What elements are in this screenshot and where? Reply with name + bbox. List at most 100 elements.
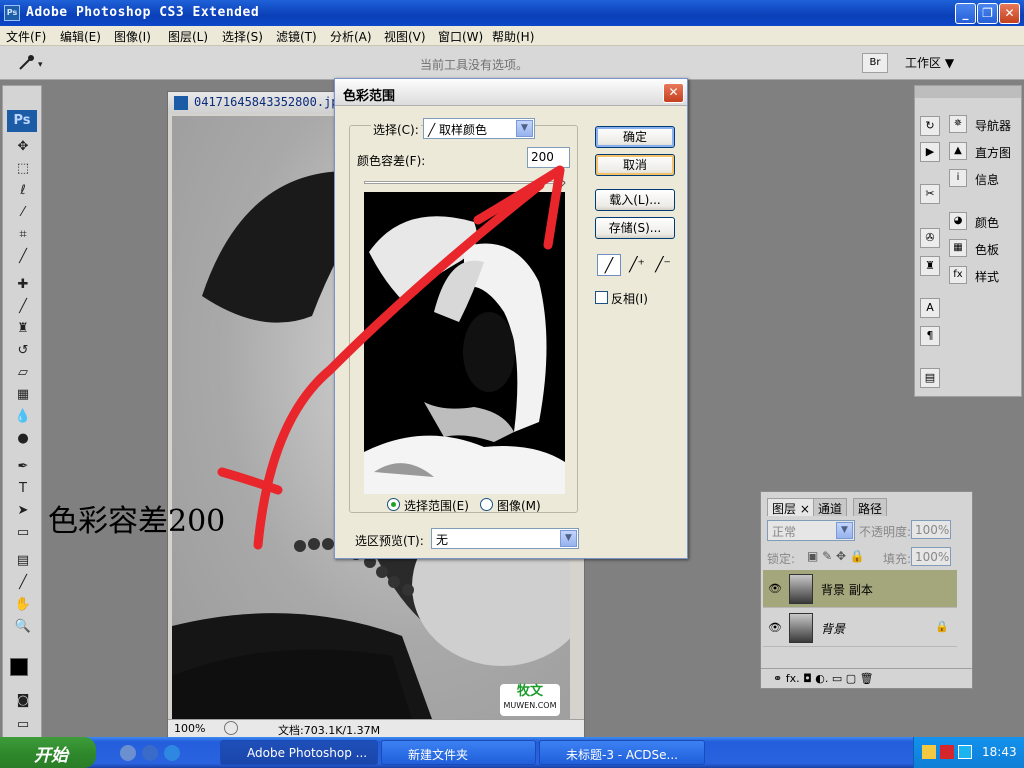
paragraph-panel-icon[interactable]: ¶ [920,326,940,346]
fuzziness-slider[interactable] [364,177,566,189]
hand-tool-icon[interactable]: ✋ [13,596,33,614]
color-range-dialog: 色彩范围 ✕ 选择(C): ╱ 取样颜色 ▼ 颜色容差(F): 200 选择范围… [334,78,688,559]
tab-channels[interactable]: 通道 [813,498,848,516]
color-panel[interactable]: ◕ 颜色 [949,211,1019,233]
menu-analysis[interactable]: 分析(A) [330,28,372,45]
clone-source-icon[interactable]: ♜ [920,256,940,276]
marquee-tool-icon[interactable]: ⬚ [13,160,33,178]
opacity-input[interactable]: 100% [911,520,951,539]
history-brush-tool-icon[interactable]: ↺ [13,342,33,360]
history-panel-icon[interactable]: ↻ [920,116,940,136]
status-menu-icon[interactable] [224,721,238,735]
eraser-tool-icon[interactable]: ▱ [13,364,33,382]
eye-icon[interactable]: 👁 [767,621,783,635]
color-icon: ◕ [949,212,967,230]
radio-image[interactable] [480,498,493,511]
dodge-tool-icon[interactable]: ● [13,430,33,448]
histogram-panel[interactable]: ▲ 直方图 [949,141,1019,163]
ok-button[interactable]: 确定 [595,126,675,148]
fuzziness-input[interactable]: 200 [527,147,570,168]
selection-preview-label: 选区预览(T): [355,534,424,548]
menu-view[interactable]: 视图(V) [384,28,426,45]
bridge-icon[interactable]: Br [862,53,888,73]
menu-select[interactable]: 选择(S) [222,28,263,45]
invert-checkbox[interactable] [595,291,608,304]
zoom-tool-icon[interactable]: 🔍 [13,618,33,636]
brush-tool-icon[interactable]: ╱ [13,298,33,316]
info-panel[interactable]: i 信息 [949,168,1019,190]
menu-edit[interactable]: 编辑(E) [60,28,101,45]
radio-selection[interactable] [387,498,400,511]
menu-layer[interactable]: 图层(L) [168,28,208,45]
tab-paths[interactable]: 路径 [853,498,888,516]
eyedropper-sample-tool-icon[interactable]: ╱ [13,574,33,592]
tab-layers[interactable]: 图层 × [767,498,815,516]
close-button[interactable]: ✕ [999,3,1020,24]
crop-tool-icon[interactable]: ⌗ [13,226,33,244]
clone-stamp-tool-icon[interactable]: ♜ [13,320,33,338]
menu-help[interactable]: 帮助(H) [492,28,534,45]
select-combo[interactable]: ╱ 取样颜色 ▼ [423,118,535,139]
taskbar-item-acdsee[interactable]: 未标题-3 - ACDSe... [539,740,705,765]
media-player-icon[interactable] [142,745,158,761]
layer-comps-icon[interactable]: ▤ [920,368,940,388]
restore-button[interactable]: ❐ [977,3,998,24]
path-selection-tool-icon[interactable]: ➤ [13,502,33,520]
minimize-button[interactable]: _ [955,3,976,24]
load-button[interactable]: 载入(L)... [595,189,675,211]
menu-window[interactable]: 窗口(W) [438,28,483,45]
eyedropper-icon[interactable]: ╱ [597,254,621,276]
tray-k-icon[interactable] [940,745,954,759]
dialog-close-button[interactable]: ✕ [663,83,684,103]
lock-icons[interactable]: ▣ ✎ ✥ 🔒 [807,549,865,563]
zoom-level[interactable]: 100% [174,722,205,735]
notes-tool-icon[interactable]: ▤ [13,552,33,570]
eyedropper-plus-icon[interactable]: ╱⁺ [625,254,649,276]
menu-file[interactable]: 文件(F) [6,28,46,45]
current-tool-eyedropper[interactable]: ▾ [14,53,50,73]
menu-filter[interactable]: 滤镜(T) [276,28,317,45]
cancel-button[interactable]: 取消 [595,154,675,176]
ie-icon[interactable] [164,745,180,761]
layer-row[interactable]: 👁 背景 🔒 [763,609,957,647]
character-panel-icon[interactable]: A [920,298,940,318]
workspace-menu[interactable]: 工作区 ▼ [905,54,954,71]
actions-panel-icon[interactable]: ▶ [920,142,940,162]
save-button[interactable]: 存储(S)... [595,217,675,239]
blend-mode-select[interactable]: 正常 ▼ [767,520,855,541]
swatches-panel[interactable]: ▦ 色板 [949,238,1019,260]
selection-preview-combo[interactable]: 无 ▼ [431,528,579,549]
selection-preview[interactable] [364,192,565,494]
annotation-text: 色彩容差200 [48,504,226,539]
type-tool-icon[interactable]: T [13,480,33,498]
start-button[interactable]: 开始 [0,737,96,768]
eye-icon[interactable]: 👁 [767,582,783,596]
eyedropper-tool-icon[interactable]: ╱ [13,248,33,266]
layer-row[interactable]: 👁 背景 副本 [763,570,957,608]
shape-tool-icon[interactable]: ▭ [13,524,33,542]
styles-panel[interactable]: fx 样式 [949,265,1019,287]
magic-wand-tool-icon[interactable]: ⁄ [13,204,33,222]
quicklaunch-icon[interactable] [120,745,136,761]
taskbar-item-photoshop[interactable]: Adobe Photoshop ... [220,740,378,765]
blur-tool-icon[interactable]: 💧 [13,408,33,426]
menu-image[interactable]: 图像(I) [114,28,151,45]
dock-header[interactable] [915,86,1021,98]
navigator-panel[interactable]: ✵ 导航器 [949,114,1019,136]
foreground-color-swatch[interactable] [10,658,28,676]
fill-input[interactable]: 100% [911,547,951,566]
taskbar-item-folder[interactable]: 新建文件夹 [381,740,536,765]
tray-network-icon[interactable] [958,745,972,759]
tray-icon[interactable] [922,745,936,759]
healing-brush-tool-icon[interactable]: ✚ [13,276,33,294]
brushes-panel-icon[interactable]: ✇ [920,228,940,248]
gradient-tool-icon[interactable]: ▦ [13,386,33,404]
screen-mode-icon[interactable]: ▭ [13,716,33,734]
pen-tool-icon[interactable]: ✒ [13,458,33,476]
lasso-tool-icon[interactable]: ℓ [13,182,33,200]
move-tool-icon[interactable]: ✥ [13,138,33,156]
layers-footer-icons[interactable]: ⚭ fx. ◘ ◐. ▭ ▢ 🗑 [761,668,972,688]
quick-mask-icon[interactable]: ◙ [13,692,33,710]
tool-presets-icon[interactable]: ✂ [920,184,940,204]
eyedropper-minus-icon[interactable]: ╱⁻ [651,254,675,276]
